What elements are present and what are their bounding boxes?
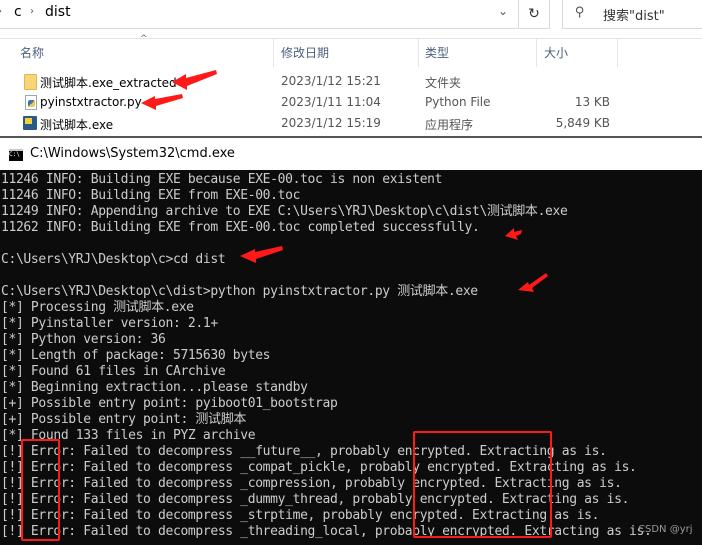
arrow-icon [172, 70, 217, 90]
arrow-icon [505, 228, 522, 240]
arrow-icon [240, 246, 283, 263]
arrow-icon [518, 273, 548, 292]
watermark: CSDN @yrj [638, 524, 693, 535]
arrow-icon [141, 94, 183, 110]
annotation-arrows [141, 70, 548, 292]
